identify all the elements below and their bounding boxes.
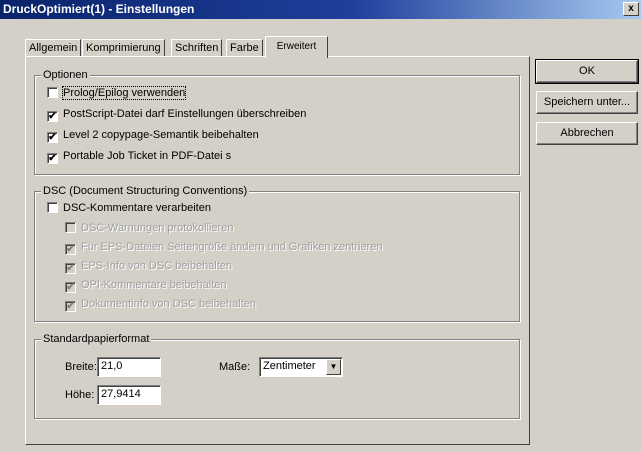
checkbox-postscript-override[interactable]: ✔ PostScript-Datei darf Einstellungen übe… bbox=[47, 107, 306, 123]
checkbox-label: Portable Job Ticket in PDF-Datei s bbox=[63, 150, 232, 162]
breite-input[interactable]: 21,0 bbox=[97, 357, 161, 377]
group-optionen-legend: Optionen bbox=[41, 69, 90, 81]
tab-komprimierung[interactable]: Komprimierung bbox=[82, 39, 165, 57]
checkbox-eps-seitengroesse[interactable]: ✔ Für EPS-Dateien Seitengröße ändern und … bbox=[65, 240, 382, 256]
checkbox-label: Dokumentinfo von DSC beibehalten bbox=[81, 298, 256, 310]
checkbox-prolog-epilog[interactable]: Prolog/Epilog verwenden bbox=[47, 86, 187, 102]
checkmark-icon[interactable]: ✔ bbox=[47, 111, 58, 122]
group-optionen: Optionen Prolog/Epilog verwenden ✔ PostSc… bbox=[34, 69, 520, 175]
group-papier-legend: Standardpapierformat bbox=[41, 333, 152, 345]
group-standardpapierformat: Standardpapierformat Breite: 21,0 Maße: … bbox=[34, 333, 520, 419]
cancel-button[interactable]: Abbrechen bbox=[536, 122, 638, 145]
group-dsc-legend: DSC (Document Structuring Conventions) bbox=[41, 185, 250, 197]
masse-select[interactable]: Zentimeter ▼ bbox=[259, 357, 343, 377]
close-button[interactable]: x bbox=[623, 2, 639, 16]
checkbox-box[interactable] bbox=[47, 87, 58, 98]
checkbox-label: Level 2 copypage-Semantik beibehalten bbox=[63, 129, 259, 141]
checkmark-icon[interactable]: ✔ bbox=[47, 153, 58, 164]
hoehe-label: Höhe: bbox=[65, 389, 95, 401]
checkbox-label: Für EPS-Dateien Seitengröße ändern und G… bbox=[81, 241, 383, 253]
checkbox-label: DSC-Warnungen protokollieren bbox=[81, 222, 234, 234]
title-bar: DruckOptimiert(1) - Einstellungen x bbox=[0, 0, 641, 19]
checkmark-icon[interactable]: ✔ bbox=[65, 263, 76, 274]
ok-button[interactable]: OK bbox=[535, 59, 639, 84]
checkbox-label: PostScript-Datei darf Einstellungen über… bbox=[63, 108, 307, 120]
checkbox-dsc-kommentare[interactable]: DSC-Kommentare verarbeiten bbox=[47, 201, 211, 217]
checkbox-dokumentinfo[interactable]: ✔ Dokumentinfo von DSC beibehalten bbox=[65, 297, 256, 313]
checkbox-label: OPI-Kommentare beibehalten bbox=[81, 279, 227, 291]
checkbox-box[interactable] bbox=[65, 222, 76, 233]
tab-schriften[interactable]: Schriften bbox=[171, 39, 223, 57]
checkbox-label: Prolog/Epilog verwenden bbox=[61, 86, 187, 100]
checkmark-icon[interactable]: ✔ bbox=[65, 282, 76, 293]
tab-allgemein[interactable]: Allgemein bbox=[25, 39, 82, 57]
window-title: DruckOptimiert(1) - Einstellungen bbox=[3, 2, 195, 16]
checkbox-label: DSC-Kommentare verarbeiten bbox=[63, 202, 211, 214]
save-as-button[interactable]: Speichern unter... bbox=[536, 91, 638, 114]
checkbox-opi-kommentare[interactable]: ✔ OPI-Kommentare beibehalten bbox=[65, 278, 227, 294]
checkbox-box[interactable] bbox=[47, 202, 58, 213]
checkbox-eps-info[interactable]: ✔ EPS-Info von DSC beibehalten bbox=[65, 259, 232, 275]
breite-label: Breite: bbox=[65, 361, 97, 373]
tab-erweitert[interactable]: Erweitert bbox=[265, 36, 328, 58]
masse-label: Maße: bbox=[219, 361, 251, 373]
checkbox-label: EPS-Info von DSC beibehalten bbox=[81, 260, 233, 272]
checkmark-icon[interactable]: ✔ bbox=[65, 301, 76, 312]
checkmark-icon[interactable]: ✔ bbox=[47, 132, 58, 143]
tab-panel-erweitert: Optionen Prolog/Epilog verwenden ✔ PostSc… bbox=[25, 56, 530, 445]
checkmark-icon[interactable]: ✔ bbox=[65, 244, 76, 255]
masse-select-value: Zentimeter bbox=[263, 360, 316, 372]
checkbox-portable-job-ticket[interactable]: ✔ Portable Job Ticket in PDF-Datei s bbox=[47, 149, 231, 165]
checkbox-level2-copypage[interactable]: ✔ Level 2 copypage-Semantik beibehalten bbox=[47, 128, 259, 144]
chevron-down-icon[interactable]: ▼ bbox=[326, 359, 341, 375]
group-dsc: DSC (Document Structuring Conventions) D… bbox=[34, 185, 520, 322]
checkbox-dsc-warnungen[interactable]: DSC-Warnungen protokollieren bbox=[65, 221, 233, 237]
hoehe-input[interactable]: 27,9414 bbox=[97, 385, 161, 405]
tab-farbe[interactable]: Farbe bbox=[226, 39, 263, 57]
